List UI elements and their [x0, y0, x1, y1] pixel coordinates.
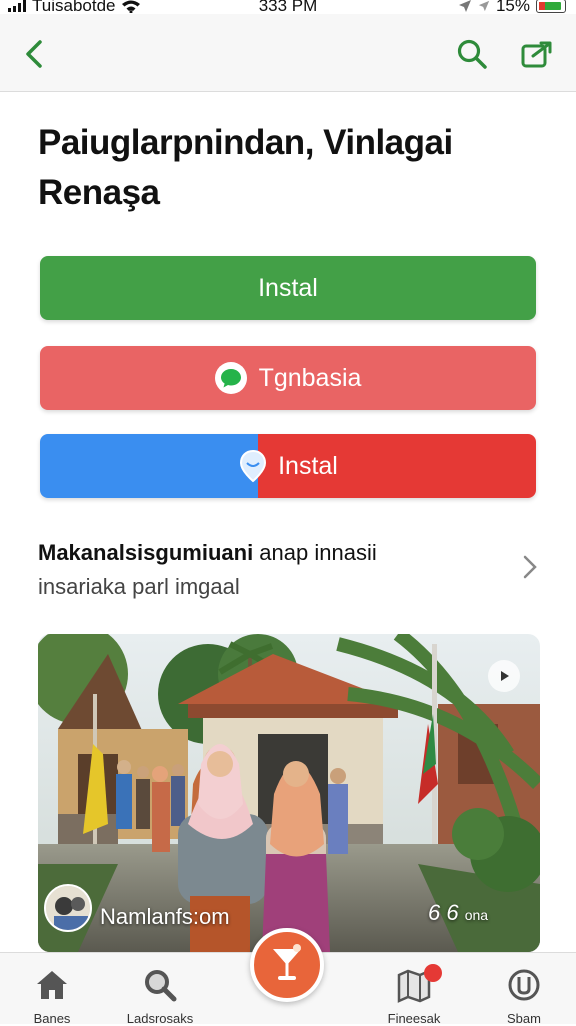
info-row-rest: anap innasii — [253, 540, 377, 565]
avatar — [44, 884, 92, 932]
location-icon-2 — [478, 0, 490, 12]
tab-search[interactable]: Ladsrosaks — [110, 953, 210, 1026]
share-icon — [521, 41, 552, 68]
tab-home[interactable]: Banes — [2, 953, 102, 1026]
search-button[interactable] — [452, 34, 492, 74]
info-row-line2: insariaka parl imgaal — [38, 574, 240, 599]
share-app-button-label: Tgnbasia — [258, 363, 362, 392]
chat-bubble-icon — [214, 362, 247, 394]
install-split-button-label: Instal — [278, 451, 338, 480]
center-action-button[interactable] — [250, 928, 324, 1002]
power-icon — [508, 969, 540, 1001]
chevron-left-icon — [26, 40, 42, 68]
nav-bar — [0, 14, 576, 92]
back-button[interactable] — [14, 34, 54, 74]
info-row-line1: Makanalsisgumiuani anap innasii — [38, 536, 538, 570]
share-app-button[interactable]: Tgnbasia — [40, 346, 536, 410]
tab-explore[interactable]: Fineesak — [364, 953, 464, 1026]
battery-icon — [536, 0, 566, 13]
play-icon[interactable] — [488, 660, 520, 692]
photo-meta: 6 6 ona — [428, 900, 488, 926]
status-bar: Tuisabotde 333 PM 15% — [0, 0, 576, 15]
install-split-button[interactable]: Instal — [40, 434, 536, 498]
tab-power[interactable]: Sbam — [474, 953, 574, 1026]
photo-meta-main: 6 6 — [428, 900, 465, 925]
share-button[interactable] — [516, 34, 556, 74]
search-icon — [457, 39, 487, 69]
location-icon — [458, 0, 471, 12]
photo-meta-small: ona — [464, 907, 489, 923]
install-button-label: Instal — [258, 273, 318, 302]
home-icon — [37, 971, 67, 999]
chevron-right-icon — [523, 555, 537, 579]
install-button[interactable]: Instal — [40, 256, 536, 320]
notification-badge — [424, 964, 442, 982]
page-title: Paiuglarpnindan, Vinlagai Renaşa — [38, 123, 453, 212]
cocktail-icon — [273, 944, 301, 980]
search-icon — [145, 970, 177, 1002]
shield-icon — [238, 449, 268, 483]
info-row-link[interactable]: Makanalsisgumiuani anap innasii insariak… — [38, 536, 538, 606]
info-row-bold: Makanalsisgumiuani — [38, 540, 254, 565]
photo-caption: Namlanfs:om — [100, 904, 230, 929]
